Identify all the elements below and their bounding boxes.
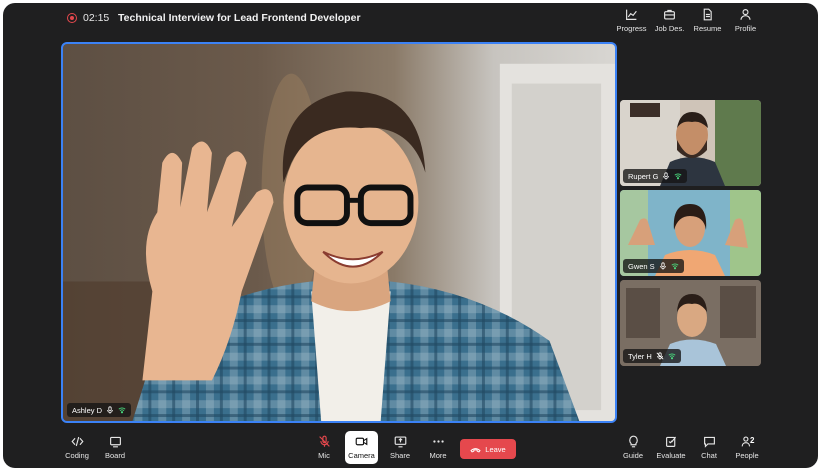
guide-button[interactable]: Guide bbox=[614, 435, 652, 460]
participant-tile[interactable]: Rupert G bbox=[620, 100, 761, 186]
participant-tile[interactable]: Gwen S bbox=[620, 190, 761, 276]
phone-hangup-icon bbox=[470, 447, 481, 452]
guide-label: Guide bbox=[622, 451, 643, 460]
share-label: Share bbox=[389, 451, 410, 460]
signal-icon bbox=[118, 407, 126, 414]
camera-button[interactable]: Camera bbox=[345, 431, 378, 464]
participant-video bbox=[63, 63, 615, 421]
mic-label: Mic bbox=[318, 451, 330, 460]
participant-name: Tyler H bbox=[628, 351, 652, 361]
chat-button[interactable]: Chat bbox=[690, 435, 728, 460]
leave-label: Leave bbox=[485, 444, 506, 454]
participant-name-tag: Tyler H bbox=[623, 349, 681, 363]
profile-button[interactable]: Profile bbox=[727, 8, 764, 33]
people-label: People bbox=[735, 451, 759, 460]
document-icon bbox=[703, 8, 712, 21]
share-button[interactable]: Share bbox=[381, 435, 419, 460]
meeting-window: 02:15 Technical Interview for Lead Front… bbox=[3, 3, 818, 468]
job-description-label: Job Des. bbox=[654, 24, 685, 33]
board-icon bbox=[109, 436, 121, 448]
code-icon bbox=[70, 436, 84, 447]
camera-label: Camera bbox=[348, 451, 375, 460]
share-screen-icon bbox=[394, 436, 406, 448]
participant-name: Gwen S bbox=[628, 261, 655, 271]
chat-label: Chat bbox=[701, 451, 717, 460]
participant-name-tag: Gwen S bbox=[623, 259, 684, 273]
board-button[interactable]: Board bbox=[96, 435, 134, 460]
participant-name-tag: Ashley D bbox=[67, 403, 132, 417]
progress-label: Progress bbox=[616, 24, 647, 33]
leave-button[interactable]: Leave bbox=[460, 439, 516, 459]
more-button[interactable]: More bbox=[419, 435, 457, 460]
coding-button[interactable]: Coding bbox=[58, 435, 96, 460]
mic-icon bbox=[107, 406, 113, 414]
progress-button[interactable]: Progress bbox=[613, 8, 650, 33]
board-label: Board bbox=[104, 451, 125, 460]
resume-label: Resume bbox=[693, 24, 722, 33]
main-video-tile[interactable]: Ashley D bbox=[61, 42, 617, 423]
coding-label: Coding bbox=[65, 451, 89, 460]
mic-button[interactable]: Mic bbox=[305, 435, 343, 460]
bottom-toolbar: Coding Board Mic Camera Share More Leave bbox=[3, 431, 818, 468]
people-button[interactable]: 2 People bbox=[728, 435, 766, 460]
mic-off-icon bbox=[656, 352, 664, 360]
recording-icon bbox=[67, 13, 77, 23]
participant-name: Rupert G bbox=[628, 171, 659, 181]
briefcase-icon bbox=[664, 9, 675, 20]
meeting-timer: 02:15 bbox=[83, 12, 110, 24]
top-bar: 02:15 Technical Interview for Lead Front… bbox=[3, 3, 818, 41]
meeting-title: Technical Interview for Lead Frontend De… bbox=[118, 12, 361, 24]
evaluate-label: Evaluate bbox=[656, 451, 686, 460]
signal-icon bbox=[674, 173, 682, 180]
camera-icon bbox=[355, 437, 368, 446]
people-count: 2 bbox=[750, 436, 755, 445]
participant-name-tag: Rupert G bbox=[623, 169, 688, 183]
profile-label: Profile bbox=[734, 24, 757, 33]
mic-icon bbox=[659, 262, 666, 270]
job-description-button[interactable]: Job Des. bbox=[651, 8, 688, 33]
resume-button[interactable]: Resume bbox=[689, 8, 726, 33]
participant-tile[interactable]: Tyler H bbox=[620, 280, 761, 366]
chat-icon bbox=[703, 436, 715, 448]
participant-name: Ashley D bbox=[72, 405, 103, 415]
progress-chart-icon bbox=[626, 9, 637, 20]
mic-off-icon bbox=[318, 435, 330, 447]
evaluate-button[interactable]: Evaluate bbox=[652, 435, 690, 460]
lightbulb-icon bbox=[628, 435, 638, 448]
signal-icon bbox=[671, 263, 679, 270]
mic-icon bbox=[663, 172, 670, 180]
evaluate-icon bbox=[665, 436, 676, 447]
more-icon bbox=[432, 440, 444, 443]
user-icon bbox=[740, 9, 751, 20]
signal-icon bbox=[668, 353, 676, 360]
more-label: More bbox=[429, 451, 447, 460]
